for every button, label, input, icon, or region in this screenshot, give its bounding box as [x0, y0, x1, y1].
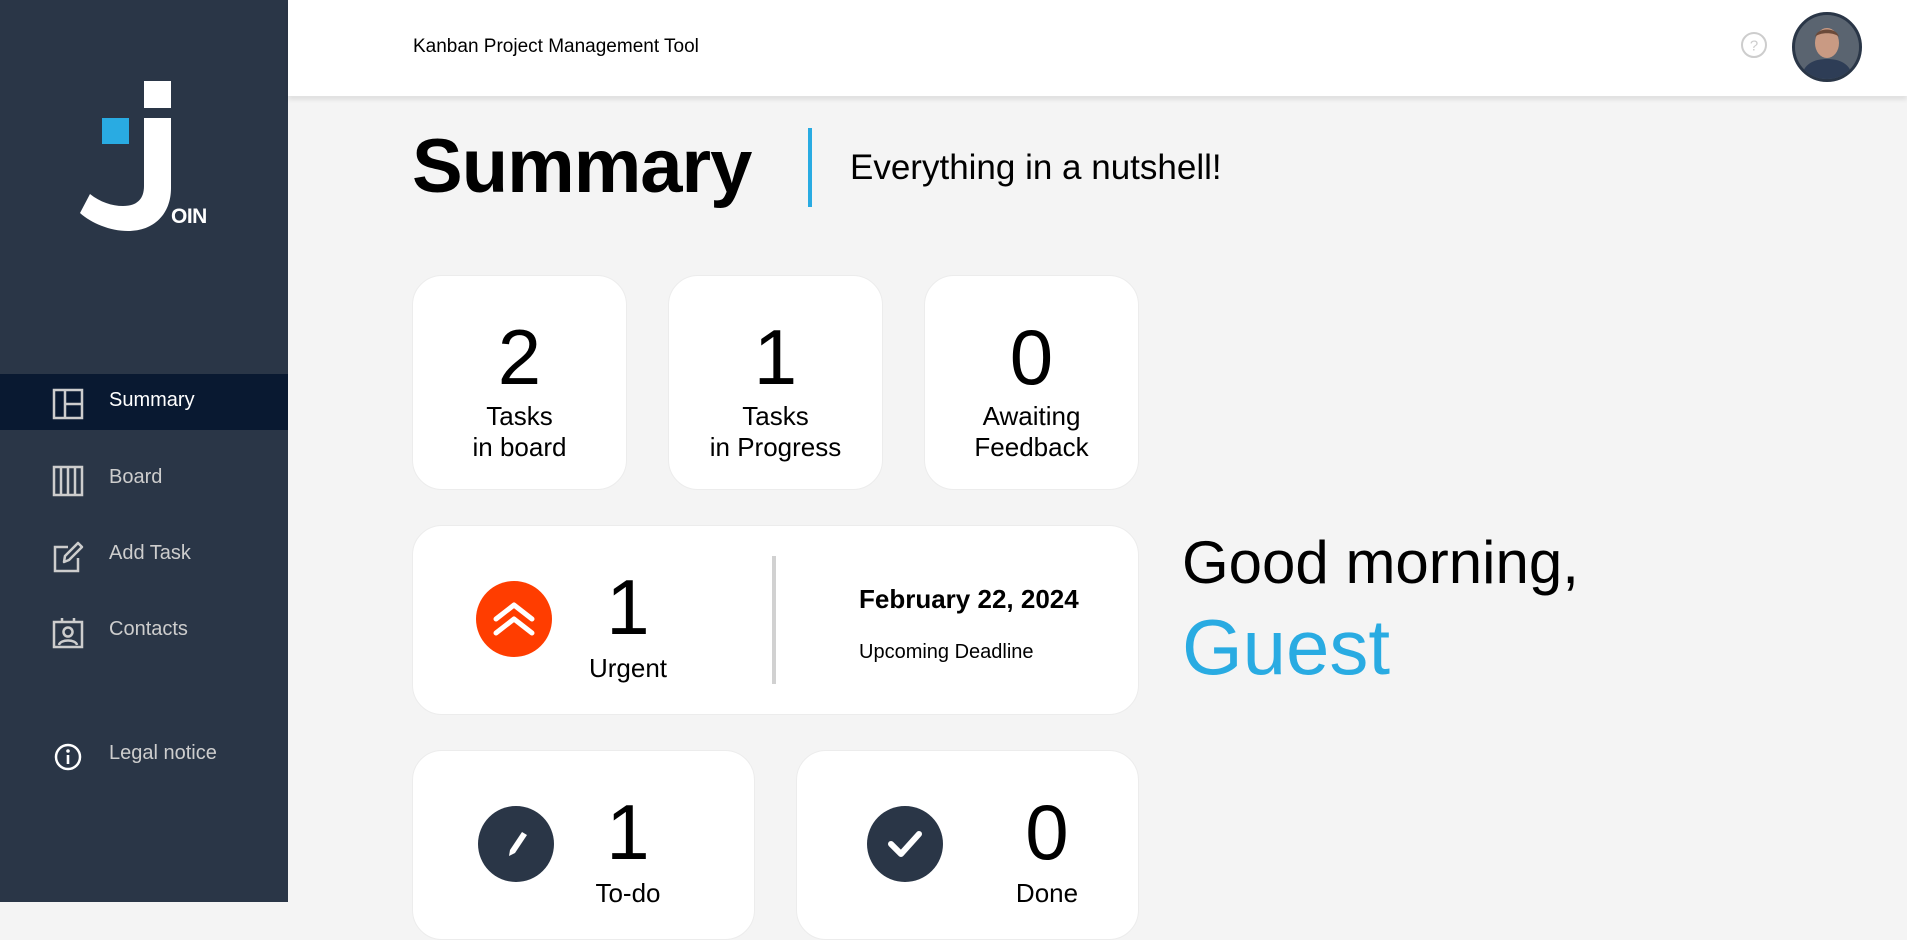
page-subtitle: Everything in a nutshell!: [850, 148, 1222, 187]
contacts-icon: [52, 618, 84, 649]
board-icon: [52, 465, 84, 497]
svg-text:?: ?: [1750, 38, 1758, 55]
urgent-priority-icon: [476, 581, 552, 657]
urgent-count: 1: [606, 563, 650, 651]
urgent-card[interactable]: 1 Urgent February 22, 2024 Upcoming Dead…: [412, 525, 1139, 715]
sidebar-item-add-task[interactable]: Add Task: [0, 527, 288, 583]
pencil-icon: [478, 806, 554, 882]
sidebar-item-label: Summary: [109, 389, 195, 411]
tasks-in-board-card[interactable]: 2 Tasks in board: [412, 275, 627, 490]
stat-label: in board: [472, 432, 567, 462]
page-title: Summary: [412, 124, 752, 209]
awaiting-feedback-card[interactable]: 0 Awaiting Feedback: [924, 275, 1139, 490]
title-divider: [808, 128, 812, 207]
top-header: Kanban Project Management Tool ?: [288, 0, 1907, 96]
sidebar-item-legal-notice[interactable]: Legal notice: [0, 727, 288, 783]
add-task-icon: [53, 541, 84, 573]
greeting-name: Guest: [1182, 603, 1391, 691]
stat-label: Awaiting: [982, 401, 1081, 431]
stat-number: 0: [1009, 313, 1054, 401]
deadline-label: Upcoming Deadline: [859, 641, 1034, 663]
stat-label: in Progress: [709, 432, 842, 462]
stat-number: 2: [497, 313, 542, 401]
todo-card[interactable]: 1 To-do: [412, 750, 755, 940]
header-title: Kanban Project Management Tool: [413, 36, 699, 57]
sidebar-item-summary[interactable]: Summary: [0, 374, 288, 430]
checkmark-icon: [867, 806, 943, 882]
stat-label: Feedback: [974, 432, 1089, 462]
stat-label: Tasks: [486, 401, 553, 431]
done-count: 0: [1025, 788, 1069, 876]
sidebar-item-label: Legal notice: [109, 742, 217, 764]
todo-count: 1: [606, 788, 650, 876]
tasks-in-progress-card[interactable]: 1 Tasks in Progress: [668, 275, 883, 490]
info-icon: [54, 743, 82, 771]
done-card[interactable]: 0 Done: [796, 750, 1139, 940]
urgent-divider: [772, 556, 776, 684]
stat-label: Tasks: [742, 401, 809, 431]
logo-text: OIN: [171, 205, 207, 228]
sidebar-item-label: Contacts: [109, 618, 188, 640]
sidebar-item-contacts[interactable]: Contacts: [0, 603, 288, 659]
summary-icon: [52, 388, 84, 420]
user-avatar[interactable]: [1792, 12, 1862, 82]
greeting-text: Good morning,: [1182, 529, 1579, 596]
todo-label: To-do: [595, 878, 661, 908]
sidebar-item-label: Add Task: [109, 542, 191, 564]
help-icon[interactable]: ?: [1740, 31, 1768, 59]
done-label: Done: [1015, 878, 1079, 908]
stat-number: 1: [753, 313, 798, 401]
deadline-date: February 22, 2024: [859, 584, 1079, 614]
sidebar-item-label: Board: [109, 466, 163, 488]
sidebar-item-board[interactable]: Board: [0, 451, 288, 507]
sidebar: OIN Summary Board Add Task Contacts Lega…: [0, 0, 288, 902]
urgent-label: Urgent: [588, 653, 668, 683]
